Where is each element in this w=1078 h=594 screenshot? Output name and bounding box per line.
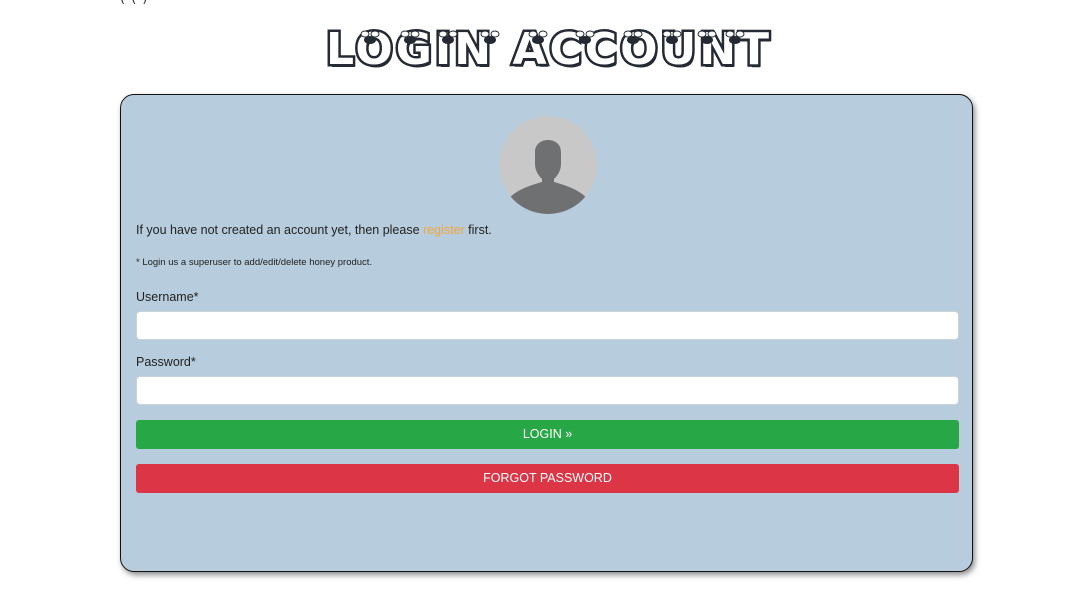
register-prompt: If you have not created an account yet, … <box>136 223 492 237</box>
password-input[interactable] <box>136 376 959 405</box>
register-prompt-suffix: first. <box>464 223 492 237</box>
login-button[interactable]: LOGIN » <box>136 420 959 449</box>
password-label: Password* <box>136 355 196 369</box>
register-link[interactable]: register <box>423 223 465 237</box>
register-prompt-text: If you have not created an account yet, … <box>136 223 423 237</box>
top-cut-off-text: ( ( ) <box>120 0 148 6</box>
login-page: ( ( ) LOGIN ACCOUNT <box>0 0 1078 594</box>
default-user-avatar-icon <box>499 116 597 214</box>
username-input[interactable] <box>136 311 959 340</box>
username-label: Username* <box>136 290 199 304</box>
page-title: LOGIN ACCOUNT <box>323 22 773 78</box>
superuser-note: * Login us a superuser to add/edit/delet… <box>136 257 373 268</box>
login-card: If you have not created an account yet, … <box>120 94 973 572</box>
forgot-password-button[interactable]: FORGOT PASSWORD <box>136 464 959 493</box>
